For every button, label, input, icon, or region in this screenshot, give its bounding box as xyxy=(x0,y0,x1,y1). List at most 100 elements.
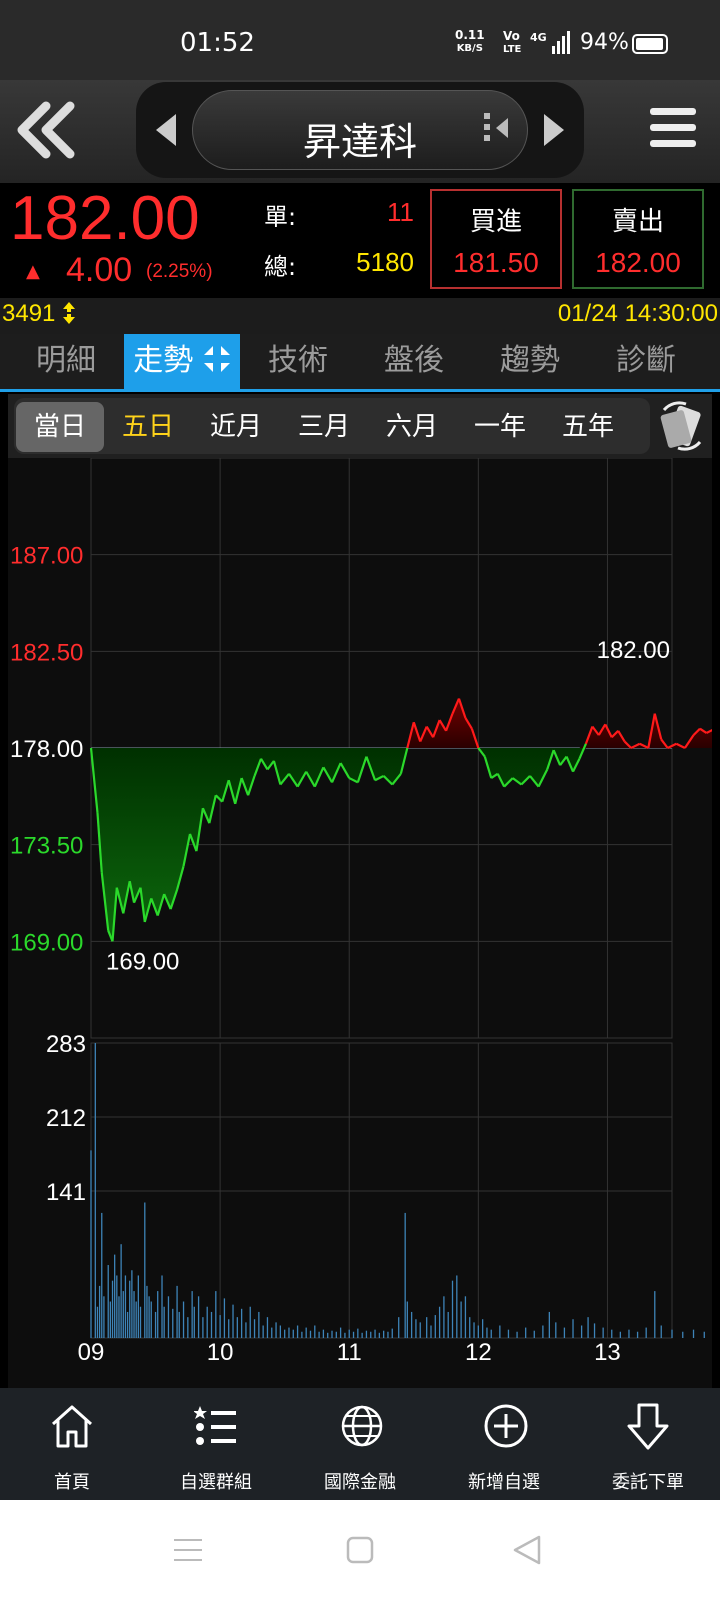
stock-selector: 昇達科 xyxy=(136,82,584,178)
volte-indicator: Vo LTE xyxy=(503,30,521,56)
tab-after-hours[interactable]: 盤後 xyxy=(356,334,472,390)
nav-place-order[interactable]: 委託下單 xyxy=(576,1388,720,1500)
up-arrow-icon: ▲ xyxy=(26,261,40,282)
period-five-year[interactable]: 五年 xyxy=(544,402,632,452)
rotate-screen-icon xyxy=(660,401,702,451)
volume-arrow-icon xyxy=(63,302,76,324)
status-time: 01:52 xyxy=(180,28,255,58)
sell-label: 賣出 xyxy=(611,207,664,237)
volume-tick-label: 141 xyxy=(46,1179,86,1206)
period-six-month[interactable]: 六月 xyxy=(368,402,456,452)
home-square-icon[interactable] xyxy=(345,1535,375,1565)
tab-technical[interactable]: 技術 xyxy=(240,334,356,390)
volume-plot-frame xyxy=(90,1042,673,1339)
price-tick-label: 187.00 xyxy=(10,543,83,570)
battery-percent: 94% xyxy=(580,30,629,55)
quote-panel: 182.00 ▲ 4.00 (2.25%) 單: 11 總: 5180 買進 1… xyxy=(0,183,720,298)
period-month[interactable]: 近月 xyxy=(192,402,280,452)
tab-trend[interactable]: 走勢 xyxy=(124,334,240,390)
price-change-percent: (2.25%) xyxy=(146,261,213,282)
nav-add-watchlist-label: 新增自選 xyxy=(468,1472,540,1493)
plus-circle-icon xyxy=(484,1404,528,1448)
nav-watchlist-groups[interactable]: 自選群組 xyxy=(144,1388,288,1500)
info-strip: 3491 01/24 14:30:00 xyxy=(0,298,720,334)
next-stock-button[interactable] xyxy=(542,112,566,152)
hamburger-icon xyxy=(650,108,696,147)
battery-icon xyxy=(632,34,668,54)
period-one-year[interactable]: 一年 xyxy=(456,402,544,452)
price-tick-label: 182.50 xyxy=(10,639,83,666)
last-price: 182.00 xyxy=(10,184,200,253)
collapse-icon xyxy=(203,346,230,372)
network-speed-unit: KB/S xyxy=(456,43,483,54)
total-volume-value: 5180 xyxy=(356,247,414,277)
back-button[interactable] xyxy=(10,94,82,166)
nav-home-label: 首頁 xyxy=(54,1472,90,1493)
time-tick-label: 12 xyxy=(465,1339,492,1366)
volume-info: 3491 xyxy=(2,300,76,328)
time-tick-label: 11 xyxy=(337,1339,362,1366)
volume-tick-label: 283 xyxy=(46,1031,86,1058)
menu-button[interactable] xyxy=(648,104,698,152)
volume-value: 3491 xyxy=(2,300,56,327)
nav-international-label: 國際金融 xyxy=(324,1472,396,1493)
triangle-left-icon xyxy=(156,114,176,146)
volume-tick-label: 212 xyxy=(46,1105,86,1132)
view-tabs: 明細 走勢 技術 盤後 趨勢 診斷 xyxy=(0,334,720,392)
price-change: 4.00 xyxy=(66,251,133,289)
triangle-right-icon xyxy=(544,114,564,146)
quote-datetime: 01/24 14:30:00 xyxy=(557,300,718,327)
period-selector: 當日 五日 近月 三月 六月 一年 五年 xyxy=(8,394,712,458)
high-price-label: 182.00 xyxy=(597,637,670,664)
back-triangle-icon[interactable] xyxy=(512,1534,542,1566)
network-speed-value: 0.11 xyxy=(455,28,485,42)
nav-international[interactable]: 國際金融 xyxy=(288,1388,432,1500)
system-nav-bar xyxy=(0,1500,720,1600)
nav-watchlist-groups-label: 自選群組 xyxy=(180,1472,252,1493)
stock-name-pill[interactable]: 昇達科 xyxy=(192,90,528,170)
nav-add-watchlist[interactable]: 新增自選 xyxy=(432,1388,576,1500)
bottom-nav: 首頁 自選群組 國際金融 新增自選 委託下單 xyxy=(0,1388,720,1500)
prev-stock-button[interactable] xyxy=(154,112,178,152)
price-tick-label: 169.00 xyxy=(10,929,83,956)
time-tick-label: 13 xyxy=(594,1339,621,1366)
low-price-label: 169.00 xyxy=(106,948,179,975)
home-icon xyxy=(51,1405,93,1448)
status-bar: 01:52 0.11 KB/S Vo LTE 4G 94% xyxy=(0,0,720,80)
tab-detail[interactable]: 明細 xyxy=(8,334,124,390)
price-tick-label: 173.50 xyxy=(10,833,83,860)
signal-icon: 4G xyxy=(530,30,574,60)
network-speed: 0.11 KB/S xyxy=(455,28,485,56)
tab-diagnosis[interactable]: 診斷 xyxy=(588,334,704,390)
intraday-chart[interactable]: 09 10 11 12 13 187.00 182.50 178.00 173.50 169.00… xyxy=(8,458,712,1388)
volte-top: Vo xyxy=(503,29,520,43)
volte-bottom: LTE xyxy=(503,44,522,55)
time-tick-label: 10 xyxy=(207,1339,234,1366)
price-tick-label: 178.00 xyxy=(10,736,83,763)
period-intraday[interactable]: 當日 xyxy=(16,402,104,452)
tab-tendency[interactable]: 趨勢 xyxy=(472,334,588,390)
stock-switch-icon[interactable] xyxy=(482,110,510,150)
total-volume-label: 總: xyxy=(264,253,297,281)
buy-button[interactable]: 買進 181.50 xyxy=(430,189,562,289)
stock-name: 昇達科 xyxy=(302,120,417,164)
up-area-fill xyxy=(91,698,712,748)
signal-type: 4G xyxy=(530,31,547,44)
nav-home[interactable]: 首頁 xyxy=(0,1388,144,1500)
double-chevron-left-icon xyxy=(17,101,75,159)
order-arrow-icon xyxy=(627,1403,669,1450)
buy-label: 買進 xyxy=(469,207,522,237)
recents-icon[interactable] xyxy=(172,1536,204,1564)
single-volume-label: 單: xyxy=(264,203,297,231)
sell-price: 182.00 xyxy=(595,247,681,278)
tab-trend-label: 走勢 xyxy=(133,343,194,378)
list-icon xyxy=(194,1406,236,1445)
nav-place-order-label: 委託下單 xyxy=(612,1472,684,1493)
sell-button[interactable]: 賣出 182.00 xyxy=(572,189,704,289)
buy-price: 181.50 xyxy=(453,247,539,278)
globe-icon xyxy=(341,1405,383,1447)
single-volume-value: 11 xyxy=(387,197,414,227)
rotate-screen-button[interactable] xyxy=(656,400,708,452)
period-three-month[interactable]: 三月 xyxy=(280,402,368,452)
period-five-day[interactable]: 五日 xyxy=(104,402,192,452)
